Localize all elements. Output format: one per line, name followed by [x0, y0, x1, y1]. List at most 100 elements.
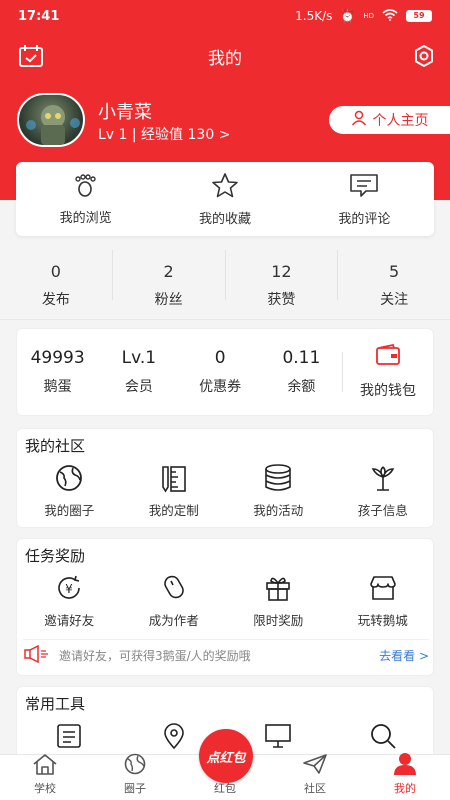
megaphone-icon [23, 644, 51, 666]
task-invite[interactable]: ¥ 邀请好友 [17, 573, 122, 629]
wallet-balance-label: 余额 [287, 379, 316, 395]
status-time: 17:41 [18, 8, 60, 24]
invite-notice-more-link[interactable]: 去看看 > [379, 647, 429, 664]
stat-likes-label: 获赞 [267, 292, 296, 308]
database-icon [263, 463, 293, 496]
task-goose-city[interactable]: 玩转鹅城 [331, 573, 436, 629]
stat-fans[interactable]: 2 粉丝 [113, 250, 226, 308]
community-activities[interactable]: 我的活动 [226, 463, 331, 519]
status-bar: 17:41 1.5K/s ⏰ HD 59 [0, 0, 450, 32]
tools-title: 常用工具 [25, 695, 86, 713]
nav-community-label: 社区 [304, 782, 326, 795]
nav-circles[interactable]: 圈子 [90, 753, 180, 800]
avatar[interactable] [17, 93, 85, 147]
nav-mine[interactable]: 我的 [360, 753, 450, 800]
wallet-membership[interactable]: Lv.1 会员 [98, 348, 179, 396]
stat-posts-label: 发布 [41, 292, 70, 308]
community-circles[interactable]: 我的圈子 [17, 463, 122, 519]
community-custom-label: 我的定制 [148, 503, 199, 518]
quick-comments-label: 我的评论 [338, 211, 391, 227]
stat-likes[interactable]: 12 获赞 [226, 250, 339, 308]
gift-icon [263, 573, 293, 606]
stat-following-value: 5 [389, 262, 400, 281]
comment-icon [349, 172, 379, 202]
red-packet-badge[interactable]: 点红包 [199, 729, 253, 783]
wallet-eggs-label: 鹅蛋 [43, 379, 72, 395]
tool-document[interactable] [17, 721, 122, 754]
task-limited-reward-label: 限时奖励 [253, 613, 304, 628]
tasks-title: 任务奖励 [25, 547, 86, 565]
monitor-icon [263, 721, 293, 754]
search-icon [368, 721, 398, 754]
house-icon [32, 753, 58, 778]
stats-row: 0 发布 2 粉丝 12 获赞 5 关注 [0, 250, 450, 316]
nav-school[interactable]: 学校 [0, 753, 90, 800]
quick-favorites-label: 我的收藏 [198, 211, 251, 227]
star-icon [211, 172, 239, 202]
quick-browse[interactable]: 我的浏览 [16, 162, 155, 236]
section-divider [0, 319, 450, 320]
page-title: 我的 [208, 48, 242, 69]
globe-icon [123, 753, 147, 778]
tool-search[interactable] [331, 721, 436, 754]
nav-community[interactable]: 社区 [270, 753, 360, 800]
alarm-icon: ⏰ [340, 9, 356, 23]
battery-indicator: 59 [406, 10, 432, 22]
user-outline-icon [351, 110, 367, 130]
wallet-balance[interactable]: 0.11 余额 [261, 348, 342, 396]
wallet-coupons-label: 优惠券 [199, 379, 242, 395]
quick-comments[interactable]: 我的评论 [295, 162, 434, 236]
task-limited-reward[interactable]: 限时奖励 [226, 573, 331, 629]
invite-notice[interactable]: 邀请好友，可获得3鹅蛋/人的奖励哦 去看看 > [23, 639, 429, 665]
stat-posts-value: 0 [50, 262, 61, 281]
checkin-icon[interactable] [18, 44, 44, 73]
network-speed: 1.5K/s [295, 9, 333, 23]
signal-hd-label: HD [363, 12, 374, 20]
my-wallet-button[interactable]: 我的钱包 [343, 343, 433, 400]
wallet-membership-value: Lv.1 [121, 348, 157, 368]
community-activities-label: 我的活动 [253, 503, 304, 518]
task-become-author[interactable]: 成为作者 [122, 573, 227, 629]
yen-refresh-icon: ¥ [54, 573, 84, 606]
level-info[interactable]: Lv 1 | 经验值 130 > [98, 124, 230, 144]
paper-plane-icon [302, 753, 328, 778]
quick-favorites[interactable]: 我的收藏 [155, 162, 294, 236]
wallet-balance-value: 0.11 [282, 348, 321, 368]
community-custom[interactable]: 我的定制 [122, 463, 227, 519]
nav-circles-label: 圈子 [124, 782, 146, 795]
wallet-card: 49993 鹅蛋 Lv.1 会员 0 优惠券 0.11 余额 我的钱包 [16, 328, 434, 416]
stat-fans-label: 粉丝 [154, 292, 183, 308]
community-circles-label: 我的圈子 [44, 503, 95, 518]
wallet-membership-label: 会员 [124, 379, 153, 395]
community-child-info[interactable]: 孩子信息 [331, 463, 436, 519]
wallet-coupons-value: 0 [214, 348, 226, 368]
task-invite-label: 邀请好友 [44, 613, 95, 628]
stat-following[interactable]: 5 关注 [338, 250, 450, 308]
username: 小青菜 [98, 102, 152, 123]
footprint-icon [72, 173, 100, 201]
community-child-info-label: 孩子信息 [357, 503, 408, 518]
quick-actions-card: 我的浏览 我的收藏 我的评论 [16, 162, 434, 236]
svg-text:¥: ¥ [65, 582, 73, 596]
mouse-icon [159, 573, 189, 606]
stat-posts[interactable]: 0 发布 [0, 250, 113, 308]
wallet-coupons[interactable]: 0 优惠券 [180, 348, 261, 396]
my-wallet-label: 我的钱包 [360, 383, 416, 399]
gear-icon[interactable] [412, 44, 436, 73]
nav-school-label: 学校 [34, 782, 56, 795]
invite-notice-text: 邀请好友，可获得3鹅蛋/人的奖励哦 [59, 649, 251, 663]
homepage-button[interactable]: 个人主页 [329, 106, 450, 134]
wallet-icon [375, 343, 401, 370]
wallet-eggs-value: 49993 [30, 348, 85, 368]
tasks-section: 任务奖励 ¥ 邀请好友 成为作者 限时奖励 玩转鹅城 邀请好友，可获得3鹅蛋/人… [16, 538, 434, 676]
user-icon [392, 751, 418, 778]
flower-icon [368, 463, 398, 496]
tasks-row: ¥ 邀请好友 成为作者 限时奖励 玩转鹅城 [17, 573, 435, 629]
document-icon [54, 721, 84, 754]
top-bar: 我的 [0, 38, 450, 74]
community-row: 我的圈子 我的定制 我的活动 孩子信息 [17, 463, 435, 519]
wallet-eggs[interactable]: 49993 鹅蛋 [17, 348, 98, 396]
homepage-button-label: 个人主页 [372, 113, 429, 129]
task-goose-city-label: 玩转鹅城 [357, 613, 408, 628]
shop-icon [368, 573, 398, 606]
